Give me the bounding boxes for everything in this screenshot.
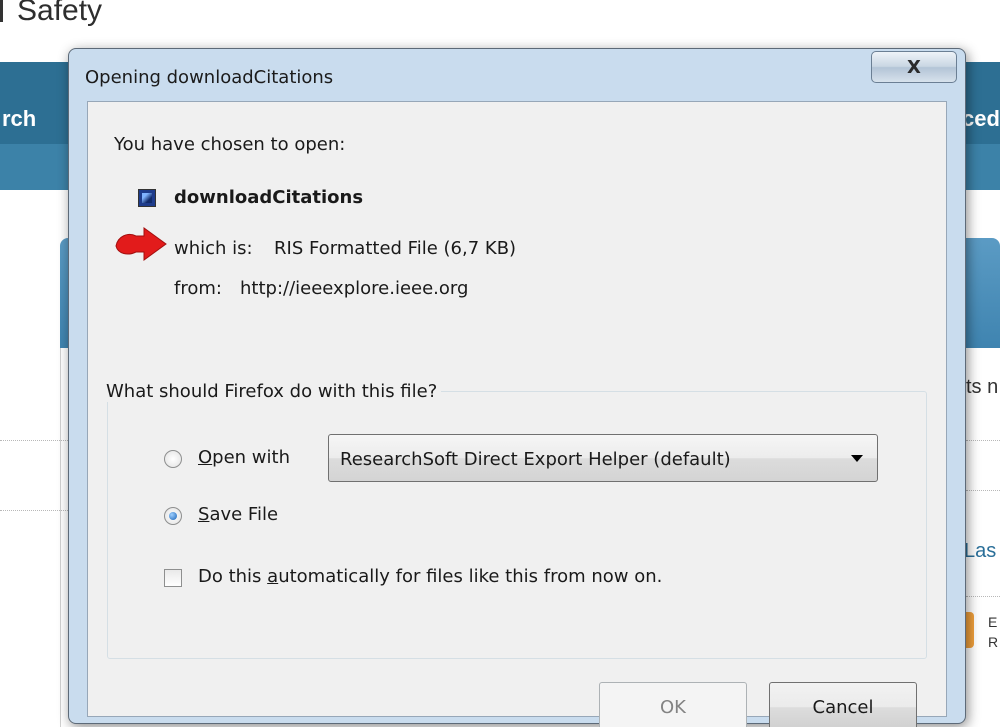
action-group-label: What should Firefox do with this file?	[102, 381, 442, 402]
divider	[966, 596, 1000, 597]
red-arrow-icon	[115, 227, 167, 261]
open-with-label[interactable]: Open with	[198, 447, 290, 468]
divider	[0, 440, 68, 441]
last-link[interactable]: Las	[964, 540, 996, 563]
file-type: RIS Formatted File (6,7 KB)	[274, 238, 517, 259]
save-file-radio[interactable]	[164, 507, 182, 525]
source-url: http://ieeexplore.ieee.org	[240, 278, 469, 299]
dialog-body: You have chosen to open: downloadCitatio…	[87, 101, 947, 727]
nav-item-search[interactable]: rch	[2, 106, 36, 132]
close-button[interactable]: X	[871, 51, 957, 83]
nav-item-advanced[interactable]: ced	[962, 106, 1000, 132]
from-label: from:	[174, 278, 222, 299]
download-dialog: Opening downloadCitations X You have cho…	[68, 48, 966, 727]
file-icon	[138, 189, 156, 207]
auto-action-label[interactable]: Do this automatically for files like thi…	[198, 566, 662, 587]
ok-button[interactable]: OK	[599, 682, 747, 727]
dialog-titlebar[interactable]: Opening downloadCitations X	[69, 49, 965, 101]
divider	[966, 440, 1000, 441]
which-is-label: which is:	[174, 238, 253, 259]
chevron-down-icon	[851, 455, 863, 462]
open-with-radio[interactable]	[164, 450, 182, 468]
action-groupbox	[107, 391, 927, 659]
cancel-button[interactable]: Cancel	[769, 682, 917, 727]
results-text: ts n	[966, 376, 999, 398]
page-title: Safety	[0, 0, 102, 28]
divider	[966, 490, 1000, 491]
intro-text: You have chosen to open:	[114, 134, 346, 155]
feed-label-1: E	[988, 614, 998, 630]
save-file-label[interactable]: Save File	[198, 504, 278, 525]
file-name: downloadCitations	[174, 187, 364, 208]
application-select[interactable]: ResearchSoft Direct Export Helper (defau…	[328, 434, 878, 482]
feed-label-2: R	[988, 634, 999, 650]
dialog-title: Opening downloadCitations	[85, 67, 334, 88]
close-icon: X	[907, 56, 921, 78]
application-select-value: ResearchSoft Direct Export Helper (defau…	[340, 449, 731, 470]
divider	[0, 510, 68, 511]
auto-action-checkbox[interactable]	[164, 569, 182, 587]
